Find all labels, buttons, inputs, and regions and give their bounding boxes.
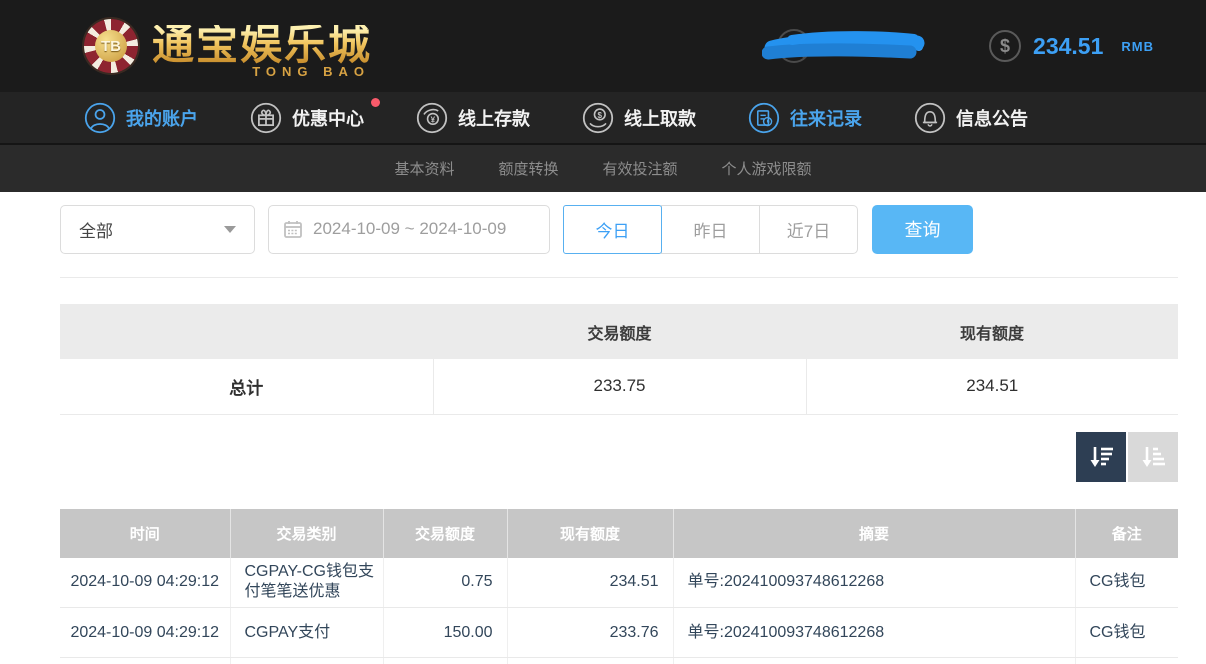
records-header-row: 时间 交易类别 交易额度 现有额度 摘要 备注 xyxy=(60,508,1178,558)
brand-title: 通宝娱乐城 TONG BAO xyxy=(152,23,373,79)
subnav-basic-info[interactable]: 基本资料 xyxy=(394,158,454,179)
deposit-icon: ¥ xyxy=(416,102,448,133)
cell-amount: 0.75 xyxy=(383,557,508,608)
chip-initials: TB xyxy=(95,30,127,62)
summary-total-label: 总计 xyxy=(60,359,434,415)
summary-total-balance: 234.51 xyxy=(806,359,1178,415)
nav-label: 线上存款 xyxy=(458,108,530,129)
poker-chip-icon: TB xyxy=(84,19,138,73)
cell-type: CGPAY支付 xyxy=(230,607,384,658)
summary-total-transaction: 233.75 xyxy=(433,359,807,415)
cell-balance: 234.51 xyxy=(507,557,674,608)
brand-logo[interactable]: TB 通宝娱乐城 TONG BAO xyxy=(84,19,373,79)
nav-item-withdraw[interactable]: $ 线上取款 xyxy=(582,102,696,134)
subnav-game-limits[interactable]: 个人游戏限额 xyxy=(722,158,812,179)
header-right: chen26990 $ 234.51 RMB xyxy=(761,24,1154,68)
sort-descending-icon xyxy=(1090,446,1113,467)
table-row-partial xyxy=(60,657,1178,664)
nav-item-deposit[interactable]: ¥ 线上存款 xyxy=(416,102,530,134)
summary-total-row: 总计 233.75 234.51 xyxy=(60,359,1178,415)
cell-summary: 单号:202410093748612268 xyxy=(673,557,1076,608)
cell-remark: CG钱包 xyxy=(1075,557,1178,608)
bell-icon xyxy=(914,102,946,133)
svg-text:$: $ xyxy=(598,111,603,120)
summary-table: 交易额度 现有额度 总计 233.75 234.51 xyxy=(60,304,1178,415)
nav-label: 线上取款 xyxy=(624,108,696,129)
dollar-icon: $ xyxy=(989,30,1022,62)
sort-descending-button[interactable] xyxy=(1076,431,1126,482)
svg-text:¥: ¥ xyxy=(431,115,436,124)
chevron-down-icon xyxy=(224,225,236,233)
col-remark: 备注 xyxy=(1075,508,1178,558)
col-balance: 现有额度 xyxy=(507,508,674,558)
sort-ascending-button[interactable] xyxy=(1128,431,1178,482)
withdraw-icon: $ xyxy=(582,102,614,133)
quick-date-group: 今日 昨日 近7日 xyxy=(563,204,858,254)
nav-item-promotions[interactable]: 优惠中心 xyxy=(250,97,380,134)
cell-time: 2024-10-09 04:29:12 xyxy=(60,607,231,658)
brand-name-en: TONG BAO xyxy=(252,64,371,79)
today-button[interactable]: 今日 xyxy=(563,204,662,254)
col-summary: 摘要 xyxy=(673,508,1076,558)
query-button[interactable]: 查询 xyxy=(872,204,973,254)
balance-currency: RMB xyxy=(1121,38,1154,54)
sort-controls xyxy=(60,431,1178,482)
yesterday-button[interactable]: 昨日 xyxy=(661,204,760,254)
type-select-value: 全部 xyxy=(79,221,113,241)
user-account[interactable]: chen26990 xyxy=(761,24,926,68)
nav-label: 往来记录 xyxy=(790,108,862,129)
nav-label: 优惠中心 xyxy=(292,108,364,129)
section-divider xyxy=(60,277,1178,278)
table-row: 2024-10-09 04:29:12 CGPAY-CG钱包支付笔笔送优惠 0.… xyxy=(60,557,1178,608)
summary-header-row: 交易额度 现有额度 xyxy=(60,304,1178,359)
nav-item-announcements[interactable]: 信息公告 xyxy=(914,102,1028,134)
user-avatar-icon xyxy=(776,29,811,63)
nav-label: 信息公告 xyxy=(956,108,1028,129)
top-header: TB 通宝娱乐城 TONG BAO chen26990 $ 234.51 RMB xyxy=(0,0,1206,92)
filter-row: 全部 2024-10-09 ~ 2024-10-09 今日 昨日 近7日 查询 xyxy=(60,204,1178,254)
subnav-quota-transfer[interactable]: 额度转换 xyxy=(498,158,558,179)
gift-icon xyxy=(250,102,282,133)
cell-remark: CG钱包 xyxy=(1075,607,1178,658)
main-nav: 我的账户 优惠中心 ¥ 线上存款 $ 线上取款 往来记录 信息公告 xyxy=(0,92,1206,143)
balance-box[interactable]: $ 234.51 RMB xyxy=(989,30,1154,62)
summary-header-empty xyxy=(60,304,433,359)
records-table: 时间 交易类别 交易额度 现有额度 摘要 备注 2024-10-09 04:29… xyxy=(60,508,1178,664)
cell-type: CGPAY-CG钱包支付笔笔送优惠 xyxy=(230,557,384,608)
subnav-valid-bets[interactable]: 有效投注额 xyxy=(603,158,678,179)
records-icon xyxy=(748,102,780,133)
notification-dot xyxy=(371,97,380,107)
nav-item-records[interactable]: 往来记录 xyxy=(748,102,862,134)
col-type: 交易类别 xyxy=(230,508,384,558)
cell-time: 2024-10-09 04:29:12 xyxy=(60,557,231,608)
table-row: 2024-10-09 04:29:12 CGPAY支付 150.00 233.7… xyxy=(60,607,1178,658)
col-amount: 交易额度 xyxy=(383,508,508,558)
cell-summary: 单号:202410093748612268 xyxy=(673,607,1076,658)
balance-amount: 234.51 xyxy=(1033,32,1104,59)
sort-ascending-icon xyxy=(1142,446,1165,467)
type-select[interactable]: 全部 xyxy=(60,204,255,254)
date-range-value: 2024-10-09 ~ 2024-10-09 xyxy=(313,219,507,238)
username-text: chen26990 xyxy=(821,35,926,56)
summary-header-balance: 现有额度 xyxy=(806,304,1178,359)
sub-nav: 基本资料 额度转换 有效投注额 个人游戏限额 xyxy=(0,143,1206,192)
col-time: 时间 xyxy=(60,508,231,558)
cell-balance: 233.76 xyxy=(507,607,674,658)
calendar-icon xyxy=(284,221,302,238)
nav-label: 我的账户 xyxy=(126,108,198,129)
brand-name-cn: 通宝娱乐城 xyxy=(152,23,373,69)
content-area: 全部 2024-10-09 ~ 2024-10-09 今日 昨日 近7日 查询 xyxy=(0,192,1206,664)
summary-header-transaction: 交易额度 xyxy=(433,304,806,359)
nav-item-my-account[interactable]: 我的账户 xyxy=(84,102,198,134)
last7days-button[interactable]: 近7日 xyxy=(759,204,858,254)
user-icon xyxy=(84,102,116,133)
cell-amount: 150.00 xyxy=(383,607,508,658)
date-range-input[interactable]: 2024-10-09 ~ 2024-10-09 xyxy=(268,204,550,254)
